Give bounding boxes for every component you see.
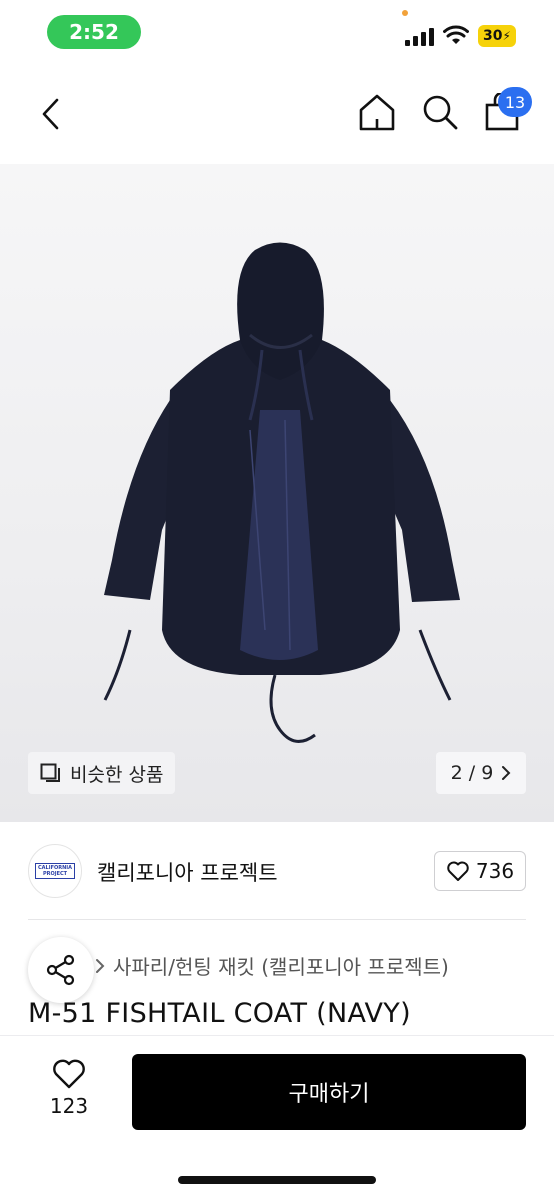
share-icon — [46, 954, 75, 986]
chevron-right-icon — [96, 958, 105, 973]
status-bar: 2:52 30 ⚡ — [0, 0, 554, 64]
heart-icon — [53, 1059, 85, 1089]
search-icon — [423, 95, 458, 130]
brand-like-button[interactable]: 736 — [434, 851, 526, 891]
battery-level: 30 — [483, 28, 503, 44]
similar-items-icon — [40, 763, 60, 782]
bottom-action-bar: 123 구매하기 — [0, 1036, 554, 1200]
back-chevron-icon — [42, 98, 59, 130]
brand-row[interactable]: CALIFORNIA PROJECT 캘리포니아 프로젝트 736 — [0, 822, 554, 920]
battery-indicator: 30 ⚡ — [478, 25, 516, 47]
similar-items-button[interactable]: 비슷한 상품 — [28, 752, 176, 794]
heart-icon — [447, 861, 469, 881]
share-button[interactable] — [28, 937, 94, 1003]
brand-like-count: 736 — [475, 859, 515, 883]
brand-logo[interactable]: CALIFORNIA PROJECT — [28, 844, 82, 898]
search-button[interactable] — [418, 90, 462, 134]
brand-name[interactable]: 캘리포니아 프로젝트 — [97, 857, 278, 887]
charging-icon: ⚡ — [502, 29, 511, 43]
image-pager-count: 2 / 9 — [450, 762, 494, 784]
similar-items-label: 비슷한 상품 — [70, 763, 164, 786]
product-image-gallery[interactable]: 비슷한 상품 2 / 9 — [0, 164, 554, 822]
product-title: M-51 FISHTAIL COAT (NAVY) — [28, 998, 411, 1029]
back-button[interactable] — [30, 92, 70, 136]
wifi-icon — [443, 25, 469, 44]
section-divider — [28, 919, 526, 920]
buy-button[interactable]: 구매하기 — [132, 1054, 526, 1130]
brand-logo-text: CALIFORNIA PROJECT — [35, 863, 75, 879]
cart-count-badge: 13 — [498, 87, 532, 117]
breadcrumb-category[interactable]: 사파리/헌팅 재킷 (캘리포니아 프로젝트) — [113, 951, 449, 980]
breadcrumb[interactable]: 사파리/헌팅 재킷 (캘리포니아 프로젝트) — [95, 951, 449, 980]
home-indicator — [178, 1176, 376, 1184]
top-nav-bar — [0, 64, 554, 164]
home-icon — [359, 94, 395, 131]
cellular-signal-icon — [405, 28, 435, 46]
wishlist-count: 123 — [49, 1094, 89, 1118]
privacy-indicator-dot — [402, 10, 408, 16]
wishlist-button[interactable]: 123 — [34, 1058, 104, 1128]
status-time: 2:52 — [47, 15, 141, 49]
image-pager[interactable]: 2 / 9 — [436, 752, 526, 794]
chevron-right-icon — [502, 766, 511, 780]
home-button[interactable] — [355, 90, 399, 134]
product-photo-coat — [103, 242, 460, 743]
